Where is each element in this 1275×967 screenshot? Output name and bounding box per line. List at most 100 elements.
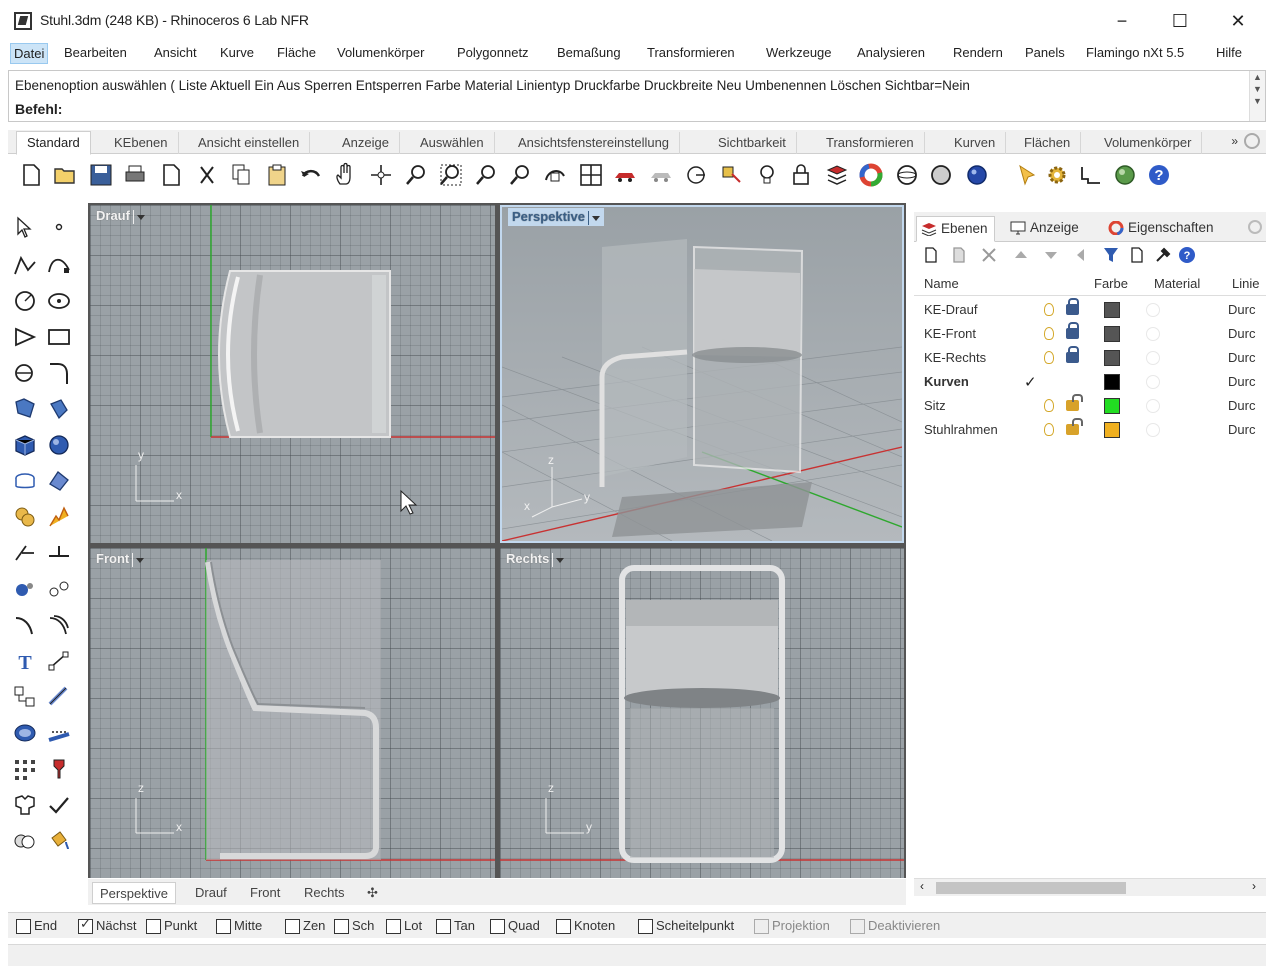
move-parent-icon[interactable]	[1072, 246, 1090, 264]
tab-volumenkoerper[interactable]: Volumenkörper	[1094, 132, 1203, 154]
rendered-sphere-icon[interactable]	[964, 162, 990, 188]
panel-tab-ebenen[interactable]: Ebenen	[916, 216, 995, 242]
vptab-rechts[interactable]: Rechts	[297, 882, 351, 904]
polygon-icon[interactable]	[12, 324, 38, 350]
check-icon[interactable]	[46, 792, 72, 818]
rectangle-icon[interactable]	[46, 324, 72, 350]
fillet-icon[interactable]	[46, 360, 72, 386]
curve-cv-icon[interactable]	[46, 252, 72, 278]
layer-linetype[interactable]: Durc	[1228, 374, 1255, 389]
print-icon[interactable]	[122, 162, 148, 188]
bulb-icon[interactable]	[754, 162, 780, 188]
circle-icon[interactable]	[12, 288, 38, 314]
close-button[interactable]: ✕	[1216, 6, 1260, 36]
scroll-thumb[interactable]	[936, 882, 1126, 894]
osnap-nächst[interactable]: Nächst	[78, 916, 136, 934]
menu-analysieren[interactable]: Analysieren	[857, 45, 925, 60]
osnap-scheitelpunkt[interactable]: Scheitelpunkt	[638, 918, 734, 934]
open-file-icon[interactable]	[52, 162, 78, 188]
polyline-icon[interactable]	[12, 252, 38, 278]
lock-icon[interactable]	[1066, 298, 1079, 315]
save-icon[interactable]	[88, 162, 114, 188]
new-file-icon[interactable]	[18, 162, 44, 188]
box-icon[interactable]	[12, 432, 38, 458]
move-down-icon[interactable]	[1042, 246, 1060, 264]
wireframe-sphere-icon[interactable]	[894, 162, 920, 188]
osnap-lot[interactable]: Lot	[386, 918, 422, 934]
car-render-icon[interactable]	[612, 162, 638, 188]
zoom-window-icon[interactable]	[438, 162, 464, 188]
shaded-sphere-icon[interactable]	[928, 162, 954, 188]
light-icon[interactable]	[1014, 162, 1040, 188]
menu-kurve[interactable]: Kurve	[220, 45, 254, 60]
layer-row[interactable]: Kurven ✓ Durc	[914, 370, 1266, 394]
bulb-icon[interactable]	[1044, 327, 1054, 340]
menu-datei[interactable]: Datei	[10, 43, 49, 64]
dimension-tool-icon[interactable]	[46, 648, 72, 674]
block-icon[interactable]	[12, 684, 38, 710]
scroll-right-icon[interactable]: ›	[1252, 879, 1256, 893]
unlock-icon[interactable]	[1066, 394, 1083, 411]
layer-linetype[interactable]: Durc	[1228, 422, 1255, 437]
solid-tools-icon[interactable]	[12, 720, 38, 746]
analysis-icon[interactable]	[46, 756, 72, 782]
viewport-drauf[interactable]: Drauf y x	[90, 205, 495, 543]
sphere-icon[interactable]	[46, 432, 72, 458]
dimension-icon[interactable]	[1078, 162, 1104, 188]
options-gear-icon[interactable]	[1044, 162, 1070, 188]
menu-polygonnetz[interactable]: Polygonnetz	[457, 45, 529, 60]
rotate-view-icon[interactable]	[368, 162, 394, 188]
layer-name[interactable]: Sitz	[924, 398, 946, 413]
layer-row[interactable]: KE-Rechts Durc	[914, 346, 1266, 370]
osnap-knoten[interactable]: Knoten	[556, 918, 615, 934]
lock-icon[interactable]	[1066, 322, 1079, 339]
layer-linetype[interactable]: Durc	[1228, 398, 1255, 413]
lock-icon[interactable]	[1066, 346, 1079, 363]
zoom-icon[interactable]	[404, 162, 430, 188]
ellipse-icon[interactable]	[46, 288, 72, 314]
copy-icon[interactable]	[228, 162, 254, 188]
help-icon[interactable]: ?	[1146, 162, 1172, 188]
layer-linetype[interactable]: Durc	[1228, 326, 1255, 341]
array-icon[interactable]	[12, 756, 38, 782]
vptab-perspektive[interactable]: Perspektive	[92, 882, 176, 904]
command-scrollbar[interactable]: ▲ ▼ ▼	[1249, 71, 1265, 121]
tab-auswaehlen[interactable]: Auswählen	[410, 132, 495, 154]
tab-kebenen[interactable]: KEbenen	[104, 132, 179, 154]
minimize-button[interactable]: −	[1100, 6, 1144, 36]
rotate-camera-icon[interactable]	[542, 162, 568, 188]
edit-points-icon[interactable]	[46, 684, 72, 710]
add-viewport-icon[interactable]: ✣	[360, 882, 385, 904]
material-circle-icon[interactable]	[1146, 327, 1160, 341]
lock-icon[interactable]	[788, 162, 814, 188]
viewport-front[interactable]: Front z x	[90, 548, 495, 878]
text-icon[interactable]: T	[12, 648, 38, 674]
layer-color-swatch[interactable]	[1104, 422, 1120, 438]
panel-hscrollbar[interactable]: ‹ ›	[914, 878, 1266, 896]
osnap-end[interactable]: End	[16, 918, 57, 934]
menu-volumenkoerper[interactable]: Volumenkörper	[337, 45, 424, 60]
col-linie[interactable]: Linie	[1232, 276, 1259, 291]
osnap-quad[interactable]: Quad	[490, 918, 540, 934]
move-icon[interactable]	[12, 612, 38, 638]
menu-hilfe[interactable]: Hilfe	[1216, 45, 1242, 60]
osnap-tan[interactable]: Tan	[436, 918, 475, 934]
menu-bemassung[interactable]: Bemaßung	[557, 45, 621, 60]
shirt-render-icon[interactable]	[12, 792, 38, 818]
ungroup-icon[interactable]	[46, 576, 72, 602]
zoom-extents-icon[interactable]	[474, 162, 500, 188]
tools-icon[interactable]	[1154, 246, 1172, 264]
extrude-surface-icon[interactable]	[46, 396, 72, 422]
delete-layer-icon[interactable]	[980, 246, 998, 264]
layer-name[interactable]: Kurven	[924, 374, 969, 389]
split-icon[interactable]	[46, 540, 72, 566]
panel-tab-anzeige[interactable]: Anzeige	[1006, 216, 1079, 242]
cut-icon[interactable]	[194, 162, 220, 188]
tab-ansicht-einstellen[interactable]: Ansicht einstellen	[188, 132, 311, 154]
menu-panels[interactable]: Panels	[1025, 45, 1065, 60]
mesh-polygon-icon[interactable]	[46, 468, 72, 494]
layer-stack-icon[interactable]	[824, 162, 850, 188]
unlock-icon[interactable]	[1066, 418, 1083, 435]
menu-flaeche[interactable]: Fläche	[277, 45, 316, 60]
filter-icon[interactable]	[1102, 246, 1120, 264]
